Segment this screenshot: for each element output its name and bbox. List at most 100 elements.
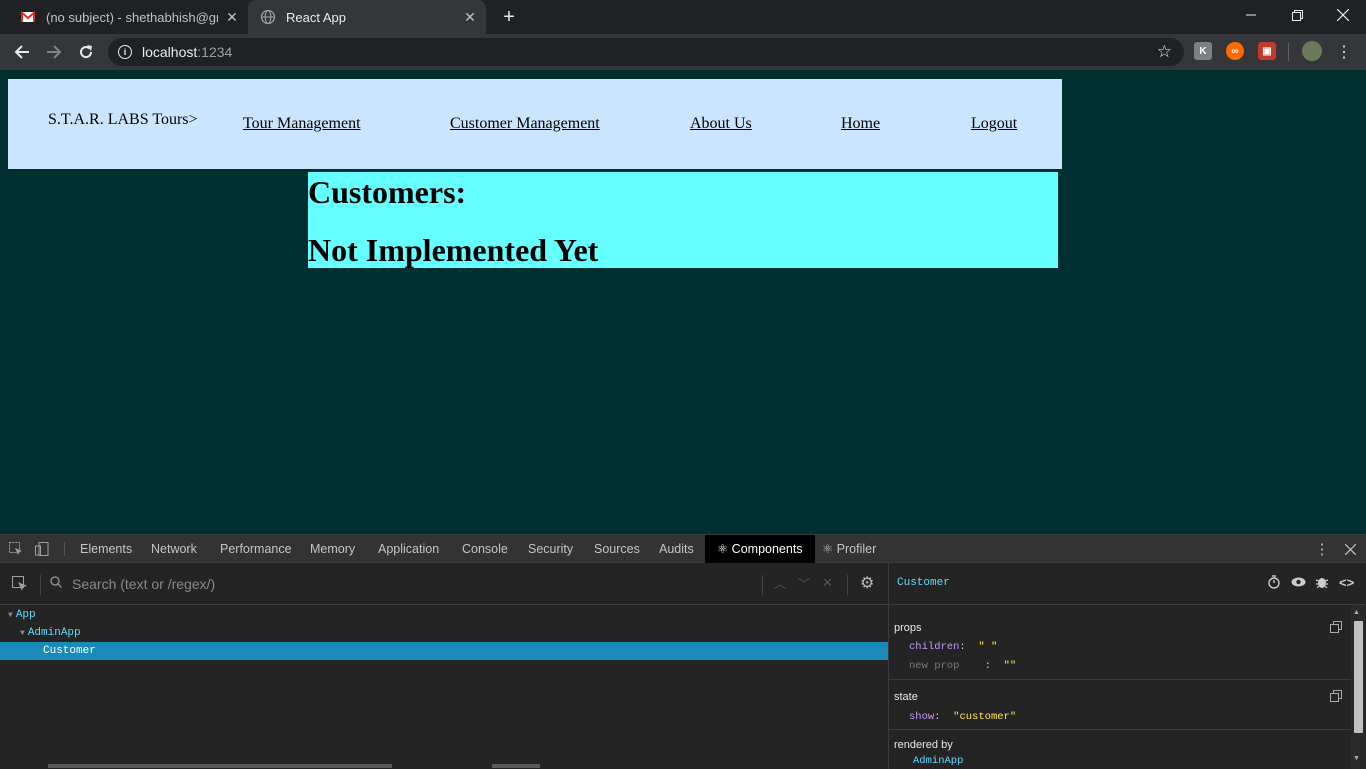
close-icon: [1337, 9, 1349, 21]
tab-network[interactable]: Network: [151, 535, 197, 563]
restore-button[interactable]: [1274, 0, 1320, 30]
tab-audits[interactable]: Audits: [659, 535, 694, 563]
chevron-up-icon[interactable]: ︿: [774, 575, 786, 592]
state-key: show: [909, 711, 935, 723]
nav-logout[interactable]: Logout: [971, 115, 1017, 133]
clear-search-icon[interactable]: ✕: [822, 575, 833, 591]
bookmark-star-icon[interactable]: ☆: [1157, 42, 1172, 62]
caret-down-icon[interactable]: ▼: [20, 629, 25, 638]
stopwatch-icon[interactable]: [1267, 575, 1281, 592]
close-devtools-icon[interactable]: [1342, 541, 1358, 557]
component-tree-pane: ︿ ﹀ ✕ ⚙ ▼App ▼AdminApp Customer: [0, 563, 888, 769]
component-name: Customer: [43, 645, 96, 657]
menu-kebab-icon[interactable]: ⋮: [1332, 40, 1356, 64]
section-divider: [889, 729, 1351, 730]
extension-icon[interactable]: K: [1194, 42, 1212, 60]
caret-down-icon[interactable]: ▼: [8, 611, 13, 620]
state-section-title: state: [894, 691, 918, 703]
browser-toolbar: i localhost:1234 ☆ K ∞ ▣ ⋮: [0, 34, 1366, 70]
tab-security[interactable]: Security: [528, 535, 573, 563]
state-separator: :: [934, 711, 941, 723]
eye-icon[interactable]: [1291, 575, 1306, 592]
rendered-by-link[interactable]: AdminApp: [913, 755, 963, 767]
browser-tab-gmail[interactable]: (no subject) - shethabhish@gmai ✕: [8, 0, 248, 34]
scroll-down-icon[interactable]: ▼: [1353, 755, 1360, 762]
new-tab-button[interactable]: +: [498, 6, 520, 28]
state-value[interactable]: "customer": [953, 711, 1016, 723]
copy-icon[interactable]: [1330, 621, 1342, 636]
arrow-left-icon: [14, 45, 29, 59]
search-divider: [847, 575, 848, 595]
rendered-by-section-title: rendered by: [894, 739, 953, 751]
search-input[interactable]: [72, 574, 752, 594]
tree-row-adminapp[interactable]: ▼ AdminApp: [0, 624, 888, 642]
nav-about-us[interactable]: About Us: [690, 115, 752, 133]
devtools-menu-kebab-icon[interactable]: ⋮: [1314, 541, 1330, 558]
tab-memory[interactable]: Memory: [310, 535, 355, 563]
gear-icon[interactable]: ⚙: [860, 573, 874, 593]
select-element-icon[interactable]: [12, 576, 28, 592]
component-name: App: [15, 609, 36, 621]
search-icon: [50, 575, 63, 591]
chevron-down-icon[interactable]: ﹀: [798, 575, 810, 592]
tab-sources[interactable]: Sources: [594, 535, 640, 563]
extension-red-icon[interactable]: ▣: [1258, 42, 1276, 60]
page-viewport: S.T.A.R. LABS Tours> Tour Management Cus…: [0, 70, 1366, 534]
extension-infinity-icon[interactable]: ∞: [1226, 42, 1244, 60]
close-icon[interactable]: ✕: [224, 9, 240, 26]
avatar[interactable]: [1302, 41, 1322, 61]
tab-divider: [64, 542, 65, 556]
forward-button[interactable]: [42, 40, 66, 64]
inspect-element-icon[interactable]: [8, 541, 24, 557]
page-subtitle: Not Implemented Yet: [308, 232, 599, 268]
new-prop-key-input[interactable]: new prop: [909, 660, 959, 672]
horizontal-scrollbar-thumb[interactable]: [48, 764, 392, 768]
back-button[interactable]: [10, 40, 34, 64]
tab-console[interactable]: Console: [462, 535, 508, 563]
tree-row-customer[interactable]: Customer: [0, 642, 888, 660]
page-title: Customers:: [308, 174, 467, 210]
site-navbar: S.T.A.R. LABS Tours> Tour Management Cus…: [8, 79, 1062, 169]
scrollbar-thumb[interactable]: [1354, 621, 1363, 733]
tab-elements[interactable]: Elements: [80, 535, 132, 563]
close-icon[interactable]: ✕: [462, 9, 478, 26]
browser-tab-strip: (no subject) - shethabhish@gmai ✕ React …: [0, 0, 1366, 34]
info-icon[interactable]: i: [118, 45, 132, 59]
tab-profiler[interactable]: ⚛ Profiler: [822, 535, 876, 563]
reload-icon: [80, 45, 93, 59]
browser-tab-react-app[interactable]: React App ✕: [248, 0, 486, 34]
view-source-icon[interactable]: <>: [1339, 575, 1354, 590]
nav-customer-management[interactable]: Customer Management: [450, 115, 600, 133]
component-name: AdminApp: [27, 627, 81, 639]
arrow-right-icon: [47, 45, 62, 59]
devtools-panel: Elements Network Performance Memory Appl…: [0, 534, 1366, 769]
scroll-up-icon[interactable]: ▲: [1353, 609, 1360, 616]
selected-component-name: Customer: [897, 577, 950, 589]
horizontal-scrollbar-thumb[interactable]: [492, 764, 540, 768]
devtools-tab-bar: Elements Network Performance Memory Appl…: [0, 535, 1366, 563]
window-close-button[interactable]: [1320, 0, 1366, 30]
reload-button[interactable]: [74, 40, 98, 64]
nav-home[interactable]: Home: [841, 115, 880, 133]
section-divider: [889, 679, 1351, 680]
address-bar[interactable]: i localhost:1234 ☆: [108, 38, 1184, 66]
prop-row-new[interactable]: new prop : "": [909, 660, 1016, 672]
inspector-header: Customer <>: [889, 563, 1366, 605]
tab-application[interactable]: Application: [378, 535, 439, 563]
nav-tour-management[interactable]: Tour Management: [243, 115, 361, 133]
url-host: localhost: [142, 44, 198, 60]
tab-performance[interactable]: Performance: [220, 535, 292, 563]
tree-row-app[interactable]: ▼ App: [0, 606, 888, 624]
minimize-icon: [1246, 14, 1256, 16]
new-prop-value-input[interactable]: "": [1004, 660, 1017, 672]
minimize-button[interactable]: [1228, 0, 1274, 30]
tab-components[interactable]: ⚛ Components: [705, 535, 815, 563]
bug-icon[interactable]: [1315, 575, 1329, 592]
inspector-scrollbar[interactable]: ▲ ▼: [1351, 605, 1365, 769]
globe-icon: [260, 9, 276, 25]
copy-icon[interactable]: [1330, 690, 1342, 705]
state-row-show[interactable]: show: "customer": [909, 711, 1016, 723]
device-toolbar-icon[interactable]: [34, 541, 50, 557]
prop-row-children[interactable]: children: " ": [909, 641, 997, 653]
prop-value[interactable]: " ": [978, 641, 997, 653]
